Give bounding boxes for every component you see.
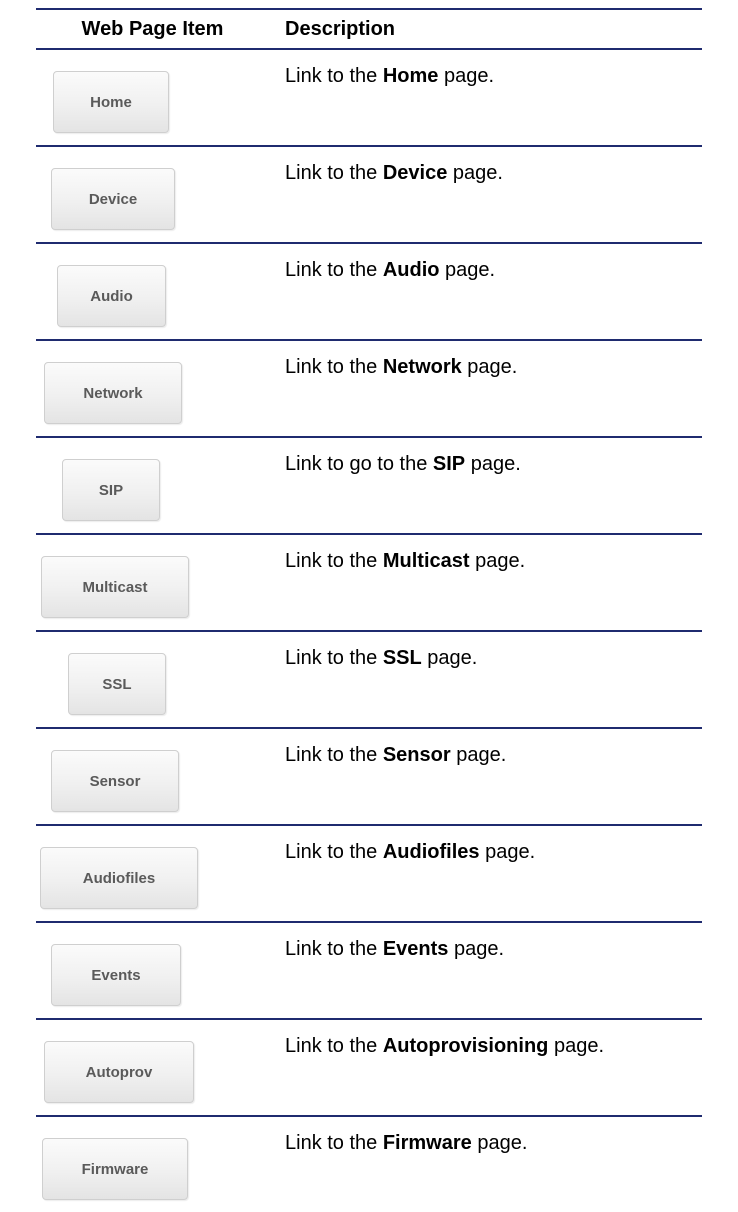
row-description: Link to the Autoprovisioning page. — [285, 1035, 604, 1057]
sensor-button[interactable]: Sensor — [51, 750, 179, 812]
table-row: Device Link to the Device page. — [36, 147, 702, 242]
row-description: Link to the Audiofiles page. — [285, 841, 536, 863]
table-row: SSL Link to the SSL page. — [36, 632, 702, 727]
row-description: Link to the Events page. — [285, 938, 505, 960]
table-row: Home Link to the Home page. — [36, 50, 702, 145]
table-row: Audio Link to the Audio page. — [36, 244, 702, 339]
row-description: Link to the Sensor page. — [285, 744, 507, 766]
firmware-button[interactable]: Firmware — [42, 1138, 188, 1200]
row-description: Link to the SSL page. — [285, 647, 478, 669]
row-description: Link to the Multicast page. — [285, 550, 526, 572]
table-row: Sensor Link to the Sensor page. — [36, 729, 702, 824]
sip-button[interactable]: SIP — [62, 459, 160, 521]
home-button[interactable]: Home — [53, 71, 169, 133]
row-description: Link to the Firmware page. — [285, 1132, 528, 1154]
row-description: Link to the Audio page. — [285, 259, 496, 281]
audiofiles-button[interactable]: Audiofiles — [40, 847, 198, 909]
row-description: Link to the Device page. — [285, 162, 503, 184]
table-row: SIP Link to go to the SIP page. — [36, 438, 702, 533]
ssl-button[interactable]: SSL — [68, 653, 166, 715]
row-description: Link to the Home page. — [285, 65, 495, 87]
header-web-page-item: Web Page Item — [81, 17, 224, 40]
autoprov-button[interactable]: Autoprov — [44, 1041, 194, 1103]
row-description: Link to go to the SIP page. — [285, 453, 521, 475]
table-header: Web Page Item Description — [36, 10, 702, 48]
table-row: Multicast Link to the Multicast page. — [36, 535, 702, 630]
table-row: Autoprov Link to the Autoprovisioning pa… — [36, 1020, 702, 1115]
device-button[interactable]: Device — [51, 168, 175, 230]
table-row: Firmware Link to the Firmware page. — [36, 1117, 702, 1212]
header-description: Description — [285, 17, 396, 40]
network-button[interactable]: Network — [44, 362, 182, 424]
events-button[interactable]: Events — [51, 944, 181, 1006]
audio-button[interactable]: Audio — [57, 265, 166, 327]
table-row: Audiofiles Link to the Audiofiles page. — [36, 826, 702, 921]
multicast-button[interactable]: Multicast — [41, 556, 189, 618]
web-page-items-table: Web Page Item Description Home Link to t… — [36, 8, 702, 1212]
table-row: Network Link to the Network page. — [36, 341, 702, 436]
row-description: Link to the Network page. — [285, 356, 518, 378]
table-row: Events Link to the Events page. — [36, 923, 702, 1018]
